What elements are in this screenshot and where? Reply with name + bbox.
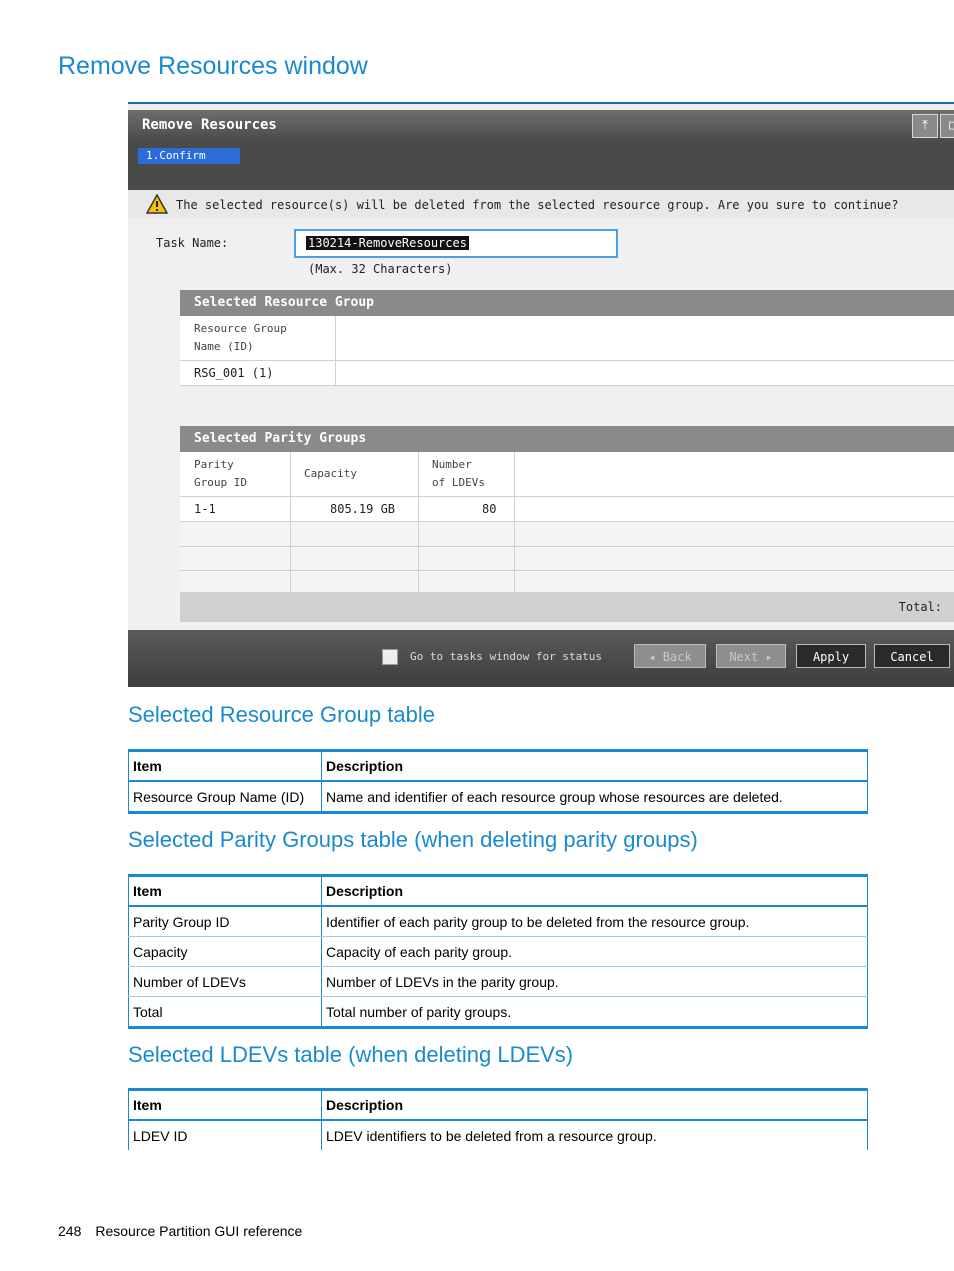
row-item: Parity Group ID <box>128 906 322 937</box>
rg-row-value[interactable]: RSG_001 (1) <box>194 366 273 380</box>
window-body: The selected resource(s) will be deleted… <box>128 190 954 630</box>
pg-row-capacity: 805.19 GB <box>330 502 396 516</box>
parity-groups-section-header: Selected Parity Groups <box>180 426 954 452</box>
table-row: Parity Group ID Identifier of each parit… <box>128 906 868 937</box>
window-footer: Go to tasks window for status ◂ Back Nex… <box>128 630 954 687</box>
resource-group-grid: Resource Group Name (ID) RSG_001 (1) <box>180 316 954 386</box>
row-description: Capacity of each parity group. <box>321 936 868 967</box>
row-description: Total number of parity groups. <box>321 996 868 1029</box>
task-name-input[interactable]: 130214-RemoveResources <box>294 229 618 258</box>
resource-group-section-header: Selected Resource Group <box>180 290 954 316</box>
next-button[interactable]: Next ▸ <box>716 644 786 668</box>
table-row: Total Total number of parity groups. <box>128 996 868 1029</box>
page-footer: 248 Resource Partition GUI reference <box>58 1223 302 1239</box>
table-row: LDEV ID LDEV identifiers to be deleted f… <box>128 1120 868 1150</box>
row-description: Identifier of each parity group to be de… <box>321 906 868 937</box>
row-description: Number of LDEVs in the parity group. <box>321 966 868 997</box>
parity-groups-grid: Parity Group ID Capacity Number of LDEVs… <box>180 452 954 592</box>
back-arrow-icon: ◂ <box>648 650 663 664</box>
apply-button[interactable]: Apply <box>796 644 866 668</box>
window-title: Remove Resources <box>142 117 277 133</box>
back-button[interactable]: ◂ Back <box>634 644 706 668</box>
table-header-row: Item Description <box>128 874 868 907</box>
row-item: LDEV ID <box>128 1120 322 1150</box>
footer-text: Resource Partition GUI reference <box>95 1223 303 1239</box>
pg-col1-line1: Parity <box>194 458 234 471</box>
table-row: Number of LDEVs Number of LDEVs in the p… <box>128 966 868 997</box>
window-titlebar: Remove Resources ⤒ □ <box>128 110 954 142</box>
pg-col1-line2: Group ID <box>194 476 247 489</box>
row-item: Number of LDEVs <box>128 966 322 997</box>
ld-table-heading: Selected LDEVs table (when deleting LDEV… <box>128 1042 574 1067</box>
pin-icon[interactable]: ⤒ <box>912 114 938 138</box>
table-row: Resource Group Name (ID) Name and identi… <box>128 781 868 814</box>
pg-row-ldevs: 80 <box>482 502 497 516</box>
pg-col3-line2: of LDEVs <box>432 476 485 489</box>
row-description: Name and identifier of each resource gro… <box>321 781 868 814</box>
task-name-value: 130214-RemoveResources <box>306 236 469 250</box>
row-item: Resource Group Name (ID) <box>128 781 322 814</box>
total-label: Total: <box>898 600 942 614</box>
pg-row-id[interactable]: 1-1 <box>194 502 216 516</box>
warning-message: The selected resource(s) will be deleted… <box>176 198 899 212</box>
pg-col3-line1: Number <box>432 458 472 471</box>
table-header-row: Item Description <box>128 1088 868 1121</box>
pg-col2-header: Capacity <box>304 467 357 480</box>
rg-table-heading: Selected Resource Group table <box>128 702 435 727</box>
go-to-tasks-label: Go to tasks window for status <box>410 650 603 663</box>
ld-reference-table: Item Description LDEV ID LDEV identifier… <box>128 1088 868 1150</box>
go-to-tasks-checkbox[interactable] <box>382 649 398 665</box>
wizard-step-bar: 1.Confirm <box>128 142 954 190</box>
col-item-header: Item <box>128 749 322 782</box>
maximize-icon[interactable]: □ <box>940 114 954 138</box>
warning-line: The selected resource(s) will be deleted… <box>128 190 954 218</box>
next-arrow-icon: ▸ <box>758 650 773 664</box>
page-title: Remove Resources window <box>58 52 368 80</box>
task-name-label: Task Name: <box>156 236 229 250</box>
col-item-header: Item <box>128 874 322 907</box>
rg-header-line1: Resource Group <box>194 322 287 335</box>
row-item: Total <box>128 996 322 1029</box>
pg-table-heading: Selected Parity Groups table (when delet… <box>128 827 698 852</box>
table-header-row: Item Description <box>128 749 868 782</box>
cancel-button[interactable]: Cancel <box>874 644 950 668</box>
table-row: Capacity Capacity of each parity group. <box>128 936 868 967</box>
step-confirm: 1.Confirm <box>138 148 240 164</box>
warning-icon <box>146 194 168 214</box>
col-description-header: Description <box>321 874 868 907</box>
task-name-hint: (Max. 32 Characters) <box>308 262 453 276</box>
rg-reference-table: Item Description Resource Group Name (ID… <box>128 749 868 814</box>
col-item-header: Item <box>128 1088 322 1121</box>
pg-reference-table: Item Description Parity Group ID Identif… <box>128 874 868 1029</box>
row-description: LDEV identifiers to be deleted from a re… <box>321 1120 868 1150</box>
col-description-header: Description <box>321 1088 868 1121</box>
page-number: 248 <box>58 1223 82 1239</box>
parity-total-bar: Total: <box>180 592 954 622</box>
row-item: Capacity <box>128 936 322 967</box>
rg-header-line2: Name (ID) <box>194 340 254 353</box>
col-description-header: Description <box>321 749 868 782</box>
remove-resources-window: Remove Resources ⤒ □ 1.Confirm The selec… <box>128 102 954 687</box>
